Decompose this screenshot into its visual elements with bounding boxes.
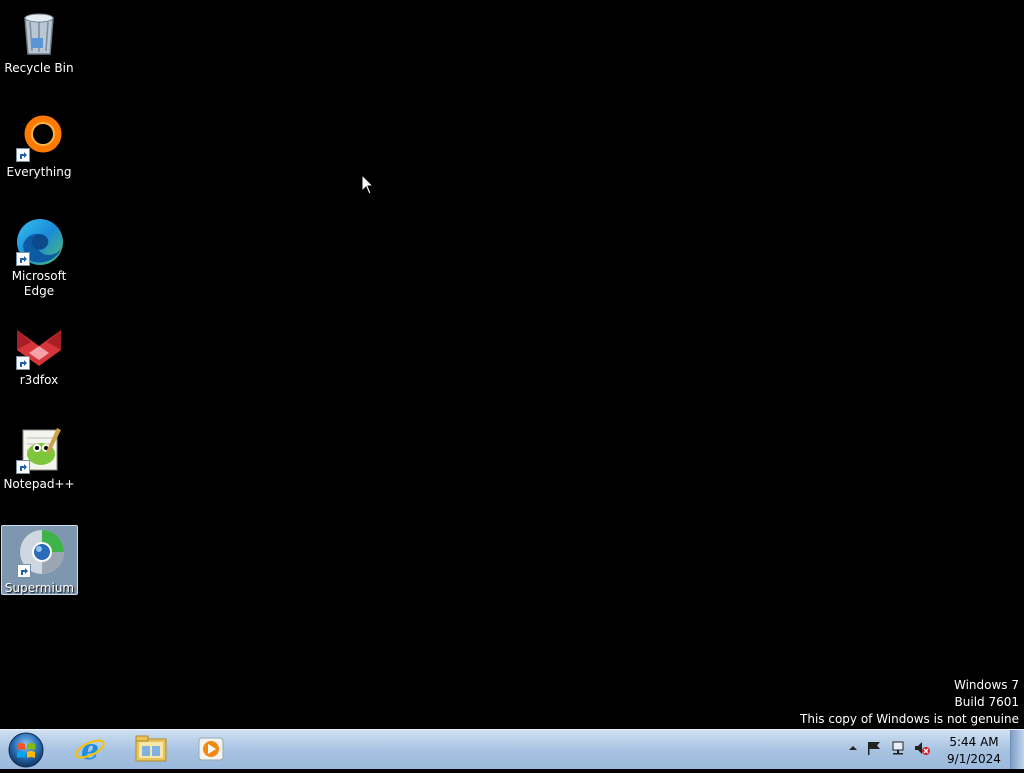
watermark-build: Build 7601 [954,695,1019,709]
shortcut-arrow-icon [16,252,30,266]
desktop-icon-r3dfox[interactable]: r3dfox [0,314,78,392]
media-player-icon [198,737,224,761]
network-icon[interactable] [890,740,906,756]
desktop-icon-microsoft-edge[interactable]: Microsoft Edge [0,210,78,300]
watermark-genuine-notice: This copy of Windows is not genuine [800,712,1019,726]
file-explorer-icon [135,735,167,762]
notepad-plus-plus-icon [13,424,65,476]
r3dfox-icon [13,320,65,372]
desktop-icon-label: Supermium [4,581,75,595]
desktop-icon-everything[interactable]: Everything [0,106,78,184]
taskbar-file-explorer[interactable] [123,732,179,766]
action-center-flag-icon[interactable] [866,740,882,756]
shortcut-arrow-icon [16,148,30,162]
watermark-edition: Windows 7 [953,678,1019,692]
start-button[interactable] [6,731,46,768]
mouse-cursor-icon [361,174,375,195]
supermium-icon [14,528,66,580]
windows-logo-icon [8,732,44,768]
desktop-icon-label: Recycle Bin [4,61,74,75]
shortcut-arrow-icon [16,564,31,578]
windows-watermark: Windows 7 Build 7601 This copy of Window… [800,677,1019,728]
clock-date: 9/1/2024 [947,752,1001,766]
desktop-icon-label: Everything [6,165,72,179]
taskbar-internet-explorer[interactable]: e [62,732,118,766]
taskbar-clock[interactable]: 5:44 AM 9/1/2024 [934,734,1014,768]
edge-icon [13,216,65,268]
internet-explorer-icon: e [75,733,105,766]
desktop-icon-recycle-bin[interactable]: Recycle Bin [0,2,78,80]
clock-time: 5:44 AM [949,735,999,749]
everything-icon [13,112,65,164]
desktop-icon-label: Notepad++ [3,477,75,491]
taskbar: e 5:44 AM 9/1/2024 [0,729,1024,769]
volume-muted-icon[interactable] [914,740,930,756]
recycle-bin-icon [13,8,65,60]
show-hidden-icons[interactable] [845,740,861,756]
desktop-icon-notepad-plus-plus[interactable]: Notepad++ [0,418,78,496]
taskbar-media-player[interactable] [183,732,239,766]
show-desktop-button[interactable] [1010,730,1024,769]
shortcut-arrow-icon [16,460,30,474]
desktop-icon-label: Microsoft Edge [11,269,67,298]
svg-text:e: e [81,733,99,766]
desktop-icon-label: r3dfox [19,373,59,387]
desktop-icon-supermium[interactable]: Supermium [1,525,78,595]
shortcut-arrow-icon [16,356,30,370]
